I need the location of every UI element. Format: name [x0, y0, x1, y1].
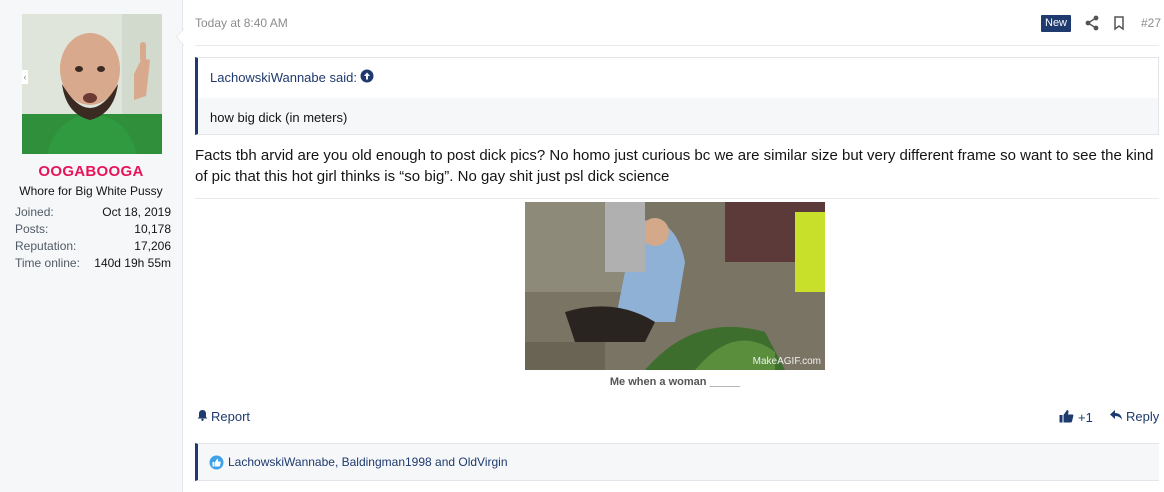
quote-author[interactable]: LachowskiWannabe said: — [210, 70, 357, 85]
message-attribution: Today at 8:40 AM New #27 — [195, 0, 1161, 46]
like-count: +1 — [1078, 410, 1093, 425]
gif-watermark: MakeAGIF.com — [752, 356, 821, 367]
thumbs-up-icon — [1059, 409, 1074, 426]
message-pointer-inner — [177, 29, 184, 45]
divider — [195, 198, 1159, 199]
username[interactable]: OOGABOOGA — [0, 163, 182, 180]
post-number[interactable]: #27 — [1141, 16, 1161, 30]
bookmark-icon[interactable] — [1112, 15, 1126, 31]
reactions-bar[interactable]: LachowskiWannabe, Baldingman1998 and Old… — [195, 443, 1159, 481]
like-reaction-icon — [209, 455, 224, 470]
bell-icon — [197, 409, 208, 424]
reactions-list[interactable]: LachowskiWannabe, Baldingman1998 and Old… — [228, 455, 508, 469]
message-body: Facts tbh arvid are you old enough to po… — [195, 147, 1154, 185]
stat-label: Reputation: — [15, 239, 77, 253]
stat-label: Posts: — [15, 222, 49, 236]
reply-arrow-icon — [1109, 409, 1123, 424]
arrow-up-circle-icon[interactable] — [360, 69, 374, 83]
share-icon[interactable] — [1085, 15, 1099, 31]
new-badge: New — [1041, 15, 1072, 32]
report-button[interactable]: Report — [197, 409, 250, 424]
avatar[interactable] — [22, 14, 162, 154]
collapse-tab[interactable]: ‹ — [22, 70, 28, 84]
quote-header: LachowskiWannabe said: — [198, 58, 1158, 98]
stat-joined: Joined: Oct 18, 2019 — [15, 204, 171, 221]
quote-text: how big dick (in meters) — [210, 110, 348, 125]
user-title: Whore for Big White Pussy — [19, 184, 163, 198]
message-main: Today at 8:40 AM New #27 LachowskiWannab… — [195, 0, 1161, 492]
stat-label: Joined: — [15, 205, 54, 219]
report-label: Report — [211, 409, 251, 424]
gif-caption: Me when a woman _____ — [609, 376, 741, 388]
reply-label: Reply — [1126, 409, 1160, 424]
user-stats: Joined: Oct 18, 2019 Posts: 10,178 Reput… — [15, 204, 171, 272]
post-timestamp[interactable]: Today at 8:40 AM — [195, 16, 288, 30]
stat-time-online: Time online: 140d 19h 55m — [15, 255, 171, 272]
reply-button[interactable]: Reply — [1109, 409, 1159, 424]
forum-post: ‹ OOGABOOGA Whore for Big White Pussy Jo… — [0, 0, 1164, 492]
like-button[interactable]: +1 — [1059, 409, 1093, 426]
quote-block: LachowskiWannabe said: how big dick (in … — [195, 57, 1159, 135]
stat-label: Time online: — [15, 256, 80, 270]
stat-value: 17,206 — [134, 239, 171, 253]
stat-value: 140d 19h 55m — [94, 256, 171, 270]
stat-posts: Posts: 10,178 — [15, 221, 171, 238]
embedded-gif[interactable]: MakeAGIF.com — [525, 202, 825, 370]
stat-value: Oct 18, 2019 — [102, 205, 171, 219]
stat-reputation: Reputation: 17,206 — [15, 238, 171, 255]
user-info-panel: ‹ OOGABOOGA Whore for Big White Pussy Jo… — [0, 0, 183, 492]
stat-value: 10,178 — [134, 222, 171, 236]
